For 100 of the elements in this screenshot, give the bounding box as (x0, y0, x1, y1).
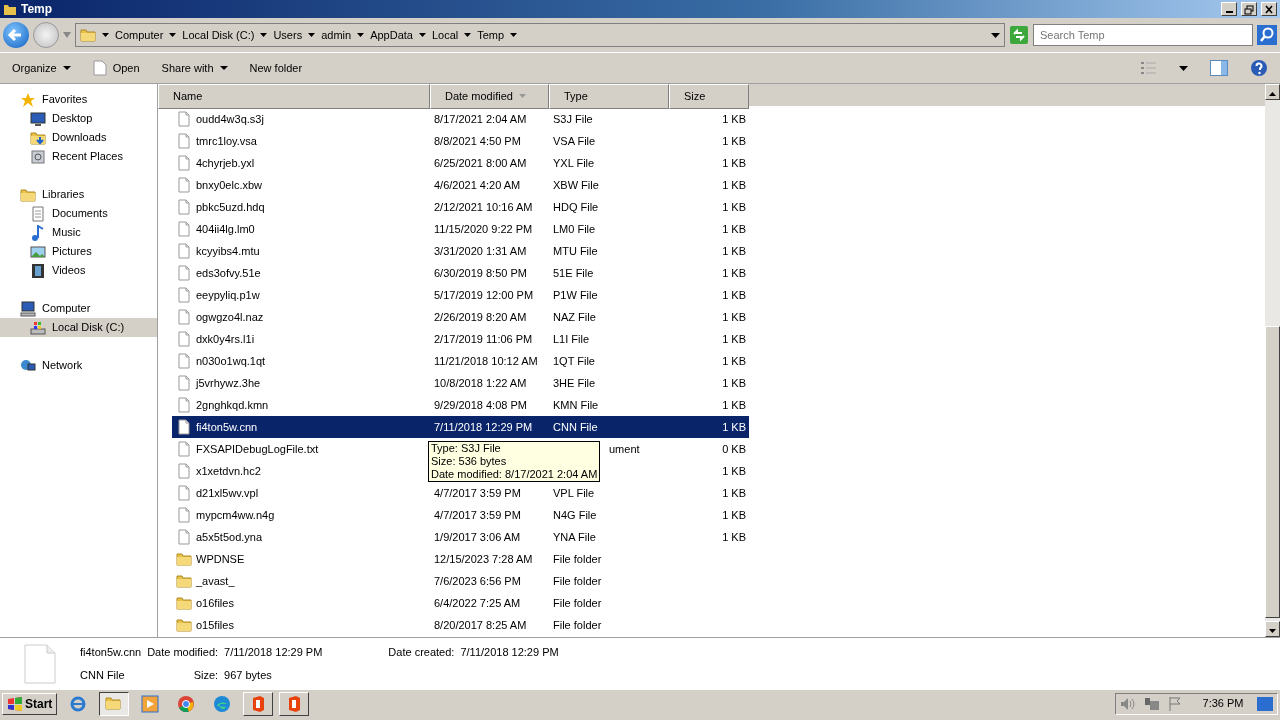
file-name[interactable]: fi4ton5w.cnn (196, 418, 258, 436)
folder-icon (105, 694, 124, 713)
file-name[interactable]: tmrc1loy.vsa (196, 132, 257, 150)
file-name[interactable]: oudd4w3q.s3j (196, 110, 264, 128)
show-desktop-icon[interactable] (1257, 696, 1273, 711)
column-header[interactable]: Name (158, 84, 430, 109)
close-button[interactable] (1261, 2, 1277, 16)
file-name[interactable]: mypcm4ww.n4g (196, 506, 275, 524)
preview-pane-icon[interactable] (1210, 60, 1228, 76)
breadcrumb[interactable]: AppData (370, 26, 413, 44)
edge-icon (213, 694, 232, 713)
selected-row[interactable]: fi4ton5w.cnn 7/11/2018 12:29 PM CNN File 1 KB (172, 416, 749, 438)
nav-item[interactable]: Music (0, 223, 157, 242)
nav-item[interactable]: Pictures (0, 242, 157, 261)
table-cell-text: 7/11/2018 12:29 PM (433, 419, 534, 435)
table-cell: 0 KB (722, 442, 746, 455)
table-cell-text: 5/17/2019 12:00 PM (433, 287, 535, 303)
file-name[interactable]: kcyyibs4.mtu (196, 242, 260, 260)
file-icon (24, 644, 56, 684)
file-icon (176, 375, 192, 391)
nav-item[interactable]: Recent Places (0, 147, 157, 166)
nav-item[interactable]: Libraries (0, 185, 157, 204)
open-button[interactable]: Open (92, 59, 140, 77)
address-bar[interactable]: Computer Local Disk (C:) Users admin AppData Local Temp (75, 23, 1005, 47)
clock[interactable]: 7:36 PM (1202, 695, 1244, 712)
restore-button[interactable] (1241, 2, 1257, 16)
table-cell-text: File folder (552, 551, 603, 567)
scrollbar[interactable] (1265, 84, 1280, 637)
caret-icon[interactable] (260, 33, 268, 37)
search-icon[interactable] (1257, 25, 1277, 45)
file-name[interactable]: eds3ofvy.51e (196, 264, 261, 282)
caret-icon[interactable] (510, 33, 518, 37)
breadcrumb[interactable]: Temp (477, 26, 505, 44)
file-name[interactable]: 404ii4lg.lm0 (196, 220, 255, 238)
file-name[interactable]: _avast_ (196, 572, 235, 590)
file-name[interactable]: ogwgzo4l.naz (196, 308, 264, 326)
file-name[interactable]: n030o1wq.1qt (196, 352, 266, 370)
minimize-button[interactable] (1221, 2, 1237, 16)
caret-icon[interactable] (1179, 65, 1188, 71)
file-name[interactable]: o15files (196, 616, 234, 634)
help-icon[interactable] (1250, 59, 1268, 77)
nav-item[interactable]: Network (0, 356, 157, 375)
breadcrumb[interactable]: Users (273, 26, 303, 44)
scroll-thumb[interactable] (1265, 326, 1280, 618)
caret-icon[interactable] (102, 33, 109, 37)
caret-icon[interactable] (357, 33, 365, 37)
nav-item[interactable]: Documents (0, 204, 157, 223)
table-cell: 1 KB (722, 398, 746, 411)
menu-button[interactable]: Organize (12, 59, 71, 77)
nav-item[interactable]: Downloads (0, 128, 157, 147)
file-name[interactable]: pbkc5uzd.hdq (196, 198, 265, 216)
search-field[interactable]: Search Temp (1033, 24, 1253, 46)
start-button[interactable]: Start (2, 692, 58, 715)
network-icon[interactable] (1143, 696, 1160, 711)
caret-icon[interactable] (464, 33, 472, 37)
nav-item[interactable]: Videos (0, 261, 157, 280)
scroll-up-button[interactable] (1265, 84, 1280, 100)
scroll-down-button[interactable] (1265, 621, 1280, 637)
file-name[interactable]: bnxy0elc.xbw (196, 176, 263, 194)
taskbar-button[interactable] (99, 691, 130, 716)
dropdown-arrow-icon[interactable] (991, 32, 1000, 38)
file-name[interactable]: 2gnghkqd.kmn (196, 396, 269, 414)
column-header[interactable]: Size (669, 84, 749, 109)
file-icon (176, 529, 192, 545)
file-name[interactable]: o16files (196, 594, 234, 612)
caret-icon[interactable] (169, 33, 177, 37)
nav-item[interactable]: Favorites (0, 90, 157, 109)
back-button[interactable] (3, 22, 29, 48)
breadcrumb[interactable]: Local Disk (C:) (182, 26, 255, 44)
file-name[interactable]: dxk0y4rs.l1i (196, 330, 255, 348)
table-cell-text: XBW File (552, 177, 600, 193)
breadcrumb[interactable]: Computer (115, 26, 164, 44)
file-name[interactable]: x1xetdvn.hc2 (196, 462, 261, 480)
tooltip-line: Date modified: 8/17/2021 2:04 AM (431, 468, 598, 481)
file-name[interactable]: d21xl5wv.vpl (196, 484, 259, 502)
caret-icon (219, 66, 228, 70)
file-name[interactable]: 4chyrjeb.yxl (196, 154, 255, 172)
nav-item[interactable]: Computer (0, 299, 157, 318)
column-header[interactable]: Type (549, 84, 669, 109)
field-value: 967 bytes (224, 667, 273, 683)
breadcrumb[interactable]: admin (321, 26, 352, 44)
table-cell-text: N4G File (552, 507, 598, 523)
file-name[interactable]: j5vrhywz.3he (196, 374, 261, 392)
caret-icon[interactable] (418, 33, 426, 37)
toolbar-button[interactable]: New folder (249, 59, 303, 77)
caret-icon[interactable] (308, 33, 316, 37)
breadcrumb[interactable]: Local (431, 26, 459, 44)
downloads-icon (30, 129, 46, 146)
file-name[interactable]: a5x5t5od.yna (196, 528, 263, 546)
field-label: Size: (192, 667, 219, 683)
file-name[interactable]: eeypyliq.p1w (196, 286, 260, 304)
file-name[interactable]: WPDNSE (196, 550, 245, 568)
nav-item[interactable]: Local Disk (C:) (0, 318, 157, 337)
file-icon (176, 397, 192, 413)
column-header[interactable]: Date modified (430, 84, 549, 109)
nav-item[interactable]: Desktop (0, 109, 157, 128)
caret-icon (62, 66, 71, 70)
file-name[interactable]: FXSAPIDebugLogFile.txt (196, 440, 319, 458)
menu-button[interactable]: Share with (161, 59, 228, 77)
refresh-icon[interactable] (1009, 25, 1029, 45)
